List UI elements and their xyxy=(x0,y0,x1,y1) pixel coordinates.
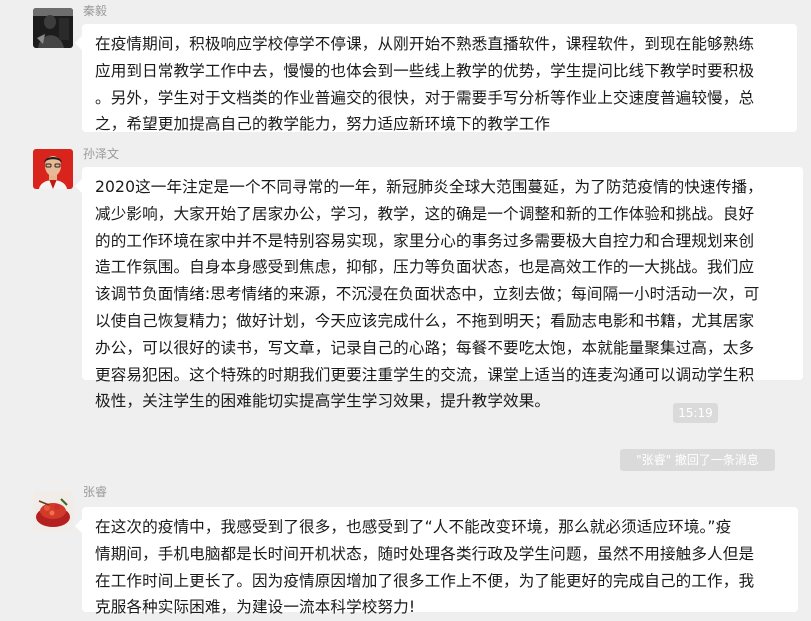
sender-name: 张睿 xyxy=(83,485,108,499)
message-bubble[interactable]: 2020这一年注定是一个不同寻常的一年，新冠肺炎全球大范围蔓延，为了防范疫情的快… xyxy=(82,167,803,410)
user-photo-red-bg-icon xyxy=(33,149,73,189)
avatar[interactable] xyxy=(33,149,73,189)
sender-name: 秦毅 xyxy=(83,4,108,18)
user-photo-food-icon xyxy=(33,491,73,531)
recall-notice: "张睿" 撤回了一条消息 xyxy=(620,449,775,471)
message-bubble[interactable]: 在这次的疫情中，我感受到了很多，也感受到了“人不能改变环境，那么就必须适应环境。… xyxy=(82,507,798,616)
timestamp-chip: 15:19 xyxy=(673,403,718,423)
message-bubble[interactable]: 在疫情期间，积极响应学校停学不停课，从刚开始不熟悉直播软件，课程软件，到现在能够… xyxy=(82,24,797,133)
user-photo-dark-icon xyxy=(33,8,73,48)
avatar[interactable] xyxy=(33,491,73,531)
avatar[interactable] xyxy=(33,8,73,48)
sender-name: 孙泽文 xyxy=(83,147,120,161)
